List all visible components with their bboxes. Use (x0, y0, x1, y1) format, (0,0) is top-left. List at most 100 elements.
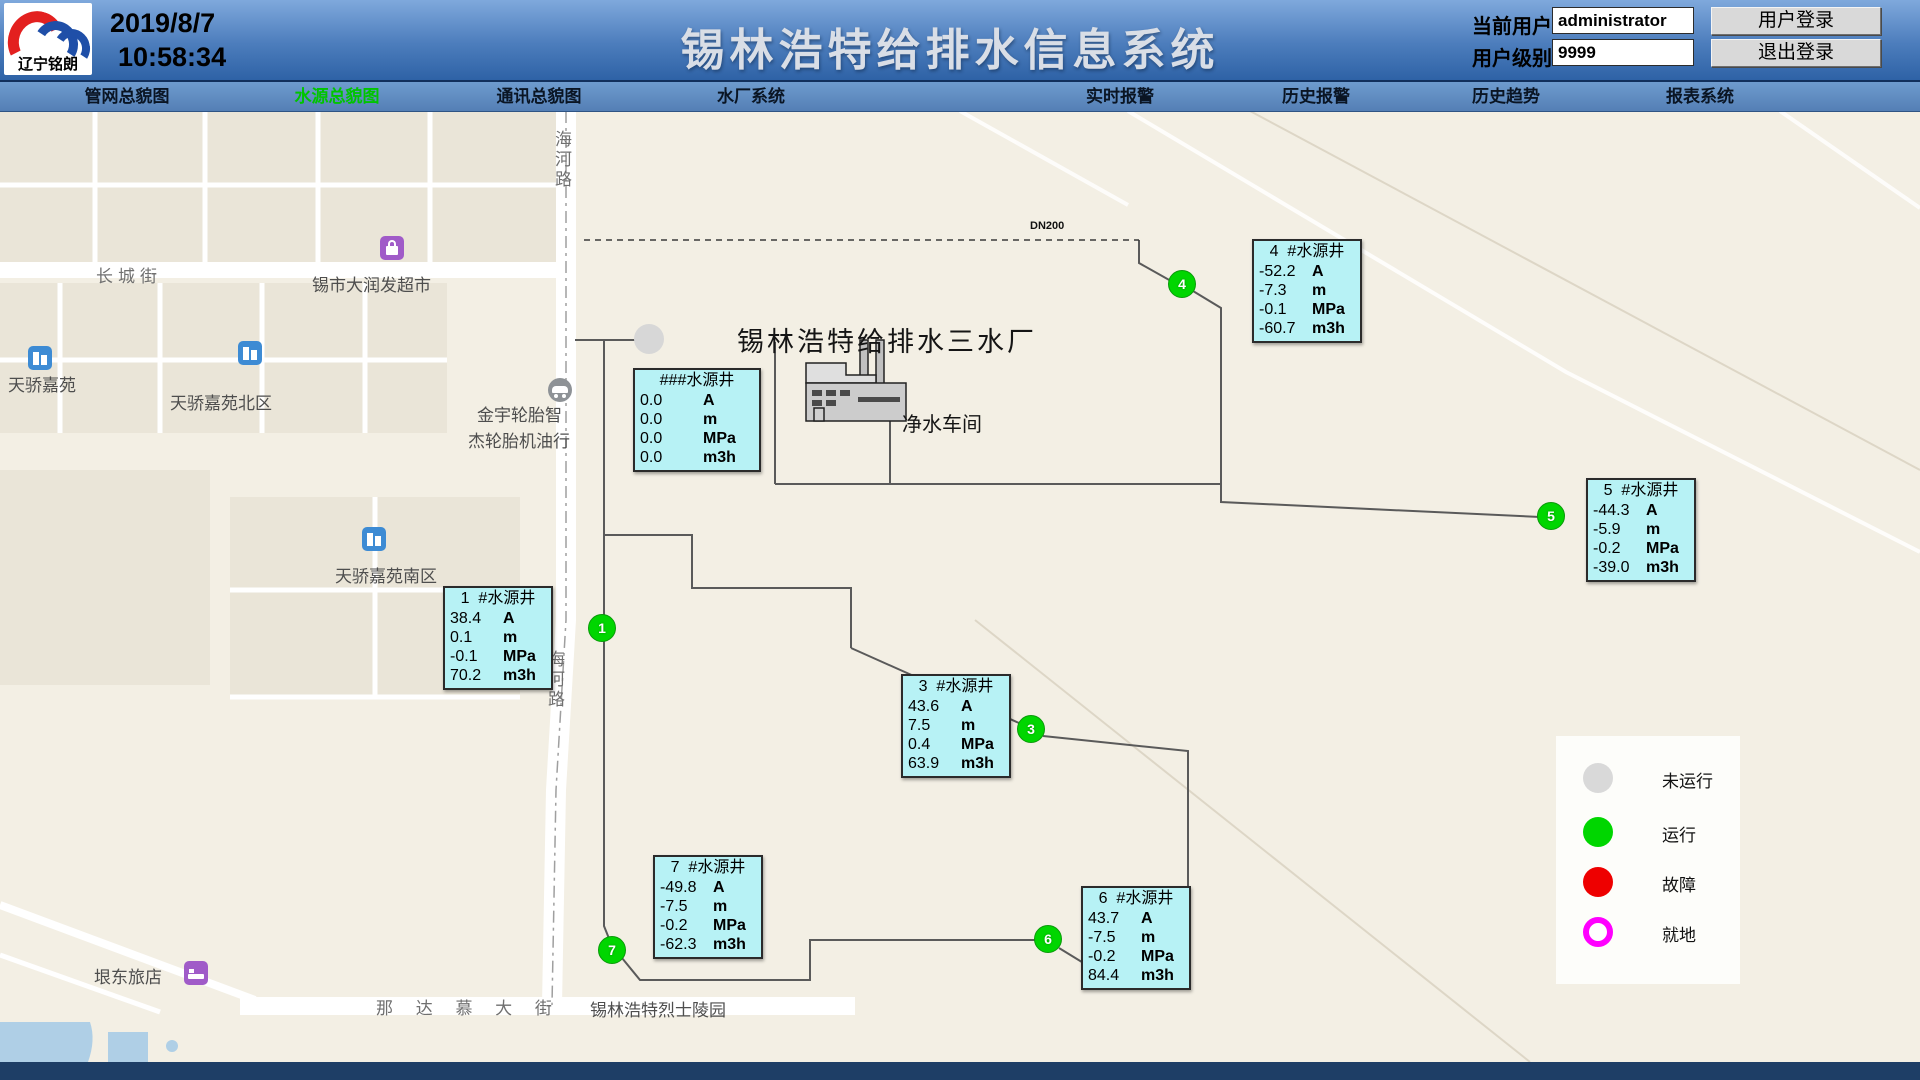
well-current: 0.0 (640, 391, 662, 410)
logo-text: 辽宁铭朗 (4, 53, 92, 74)
unit-label: A (703, 391, 715, 410)
well-data-panel-7: 7 #水源井 -49.8A -7.5m -0.2MPa -62.3m3h (653, 855, 763, 959)
legend-fault-icon (1583, 867, 1613, 897)
well-current: -49.8 (660, 878, 696, 897)
tab-report-system[interactable]: 报表系统 (1666, 82, 1734, 111)
tab-history-trend[interactable]: 历史趋势 (1472, 82, 1540, 111)
shopping-bag-icon (380, 236, 404, 260)
well-title: 1 #水源井 (445, 588, 551, 609)
legend-local-icon (1583, 917, 1613, 947)
legend-running-label: 运行 (1662, 821, 1696, 846)
well-marker-6[interactable]: 6 (1034, 925, 1062, 953)
status-legend: 未运行 运行 故障 就地 (1556, 736, 1740, 984)
unit-label: m3h (503, 666, 536, 685)
unit-label: MPa (1141, 947, 1174, 966)
current-user-input[interactable] (1552, 7, 1694, 34)
well-flow: 70.2 (450, 666, 481, 685)
user-level-input[interactable] (1552, 39, 1694, 66)
well-pressure: -0.2 (1593, 539, 1621, 558)
well-marker-stopped[interactable] (634, 324, 664, 354)
well-title: 3 #水源井 (903, 676, 1009, 697)
well-title: 7 #水源井 (655, 857, 761, 878)
poi-label-hotel: 垠东旅店 (94, 963, 162, 988)
well-marker-1[interactable]: 1 (588, 614, 616, 642)
tab-realtime-alarm[interactable]: 实时报警 (1086, 82, 1154, 111)
legend-local-label: 就地 (1662, 921, 1696, 946)
tab-pipe-network-overview[interactable]: 管网总貌图 (85, 82, 170, 111)
login-button[interactable]: 用户登录 (1711, 7, 1881, 35)
street-label-changcheng: 长城街 (96, 262, 162, 287)
well-marker-5[interactable]: 5 (1537, 502, 1565, 530)
unit-label: MPa (713, 916, 746, 935)
building-icon (238, 341, 262, 365)
well-current: 43.7 (1088, 909, 1119, 928)
unit-label: A (1646, 501, 1658, 520)
unit-label: MPa (703, 429, 736, 448)
unit-label: m3h (703, 448, 736, 467)
system-title: 锡林浩特给排水信息系统 (681, 14, 1220, 78)
well-flow: 63.9 (908, 754, 939, 773)
tab-history-alarm[interactable]: 历史报警 (1282, 82, 1350, 111)
well-flow: 0.0 (640, 448, 662, 467)
well-level: -5.9 (1593, 520, 1621, 539)
unit-label: MPa (1646, 539, 1679, 558)
plant-title: 锡林浩特给排水三水厂 (737, 320, 1037, 359)
poi-label-supermarket: 锡市大润发超市 (312, 271, 431, 296)
unit-label: MPa (503, 647, 536, 666)
well-current: 38.4 (450, 609, 481, 628)
tab-water-plant-system[interactable]: 水厂系统 (717, 82, 785, 111)
time-text: 10:58:34 (118, 42, 226, 72)
unit-label: m3h (1141, 966, 1174, 985)
well-title: 6 #水源井 (1083, 888, 1189, 909)
date-text: 2019/8/7 (110, 8, 215, 38)
tab-comm-overview[interactable]: 通讯总貌图 (497, 82, 582, 111)
workshop-label: 净水车间 (902, 408, 982, 437)
poi-label-tire-shop-2: 杰轮胎机油行 (468, 427, 570, 452)
hotel-bed-icon (184, 961, 208, 985)
well-data-panel-ref: ###水源井 0.0A 0.0m 0.0MPa 0.0m3h (633, 368, 761, 472)
well-pressure: 0.0 (640, 429, 662, 448)
unit-label: m (703, 410, 717, 429)
well-flow: -60.7 (1259, 319, 1295, 338)
well-level: -7.3 (1259, 281, 1287, 300)
unit-label: m (503, 628, 517, 647)
unit-label: m3h (1312, 319, 1345, 338)
datetime: 2019/8/7 10:58:34 (110, 6, 226, 74)
street-label-nadamu: 那 达 慕 大 街 (376, 994, 561, 1019)
well-data-panel-6: 6 #水源井 43.7A -7.5m -0.2MPa 84.4m3h (1081, 886, 1191, 990)
unit-label: m3h (713, 935, 746, 954)
company-logo: 辽宁铭朗 (4, 3, 92, 75)
unit-label: A (1312, 262, 1324, 281)
legend-running-icon (1583, 817, 1613, 847)
unit-label: m3h (961, 754, 994, 773)
well-data-panel-1: 1 #水源井 38.4A 0.1m -0.1MPa 70.2m3h (443, 586, 553, 690)
well-marker-3[interactable]: 3 (1017, 715, 1045, 743)
well-pressure: -0.2 (660, 916, 688, 935)
car-repair-icon (548, 378, 572, 402)
current-user-label: 当前用户 (1472, 10, 1552, 39)
unit-label: MPa (1312, 300, 1345, 319)
poi-label-tianjiao-north: 天骄嘉苑北区 (170, 389, 272, 414)
unit-label: A (1141, 909, 1153, 928)
unit-label: A (503, 609, 515, 628)
pipe-dn200-label: DN200 (1030, 220, 1064, 232)
poi-label-tianjiao-south: 天骄嘉苑南区 (335, 562, 437, 587)
well-marker-4[interactable]: 4 (1168, 270, 1196, 298)
logout-button[interactable]: 退出登录 (1711, 39, 1881, 67)
well-data-panel-5: 5 #水源井 -44.3A -5.9m -0.2MPa -39.0m3h (1586, 478, 1696, 582)
well-level: 0.1 (450, 628, 472, 647)
well-level: 0.0 (640, 410, 662, 429)
well-marker-7[interactable]: 7 (598, 936, 626, 964)
unit-label: MPa (961, 735, 994, 754)
legend-stopped-icon (1583, 763, 1613, 793)
well-title: 5 #水源井 (1588, 480, 1694, 501)
well-data-panel-4: 4 #水源井 -52.2A -7.3m -0.1MPa -60.7m3h (1252, 239, 1362, 343)
well-flow: -62.3 (660, 935, 696, 954)
well-current: -44.3 (1593, 501, 1629, 520)
user-level-label: 用户级别 (1472, 42, 1552, 71)
well-data-panel-3: 3 #水源井 43.6A 7.5m 0.4MPa 63.9m3h (901, 674, 1011, 778)
tab-water-source-overview[interactable]: 水源总貌图 (295, 82, 380, 111)
well-flow: 84.4 (1088, 966, 1119, 985)
header-bar: 辽宁铭朗 2019/8/7 10:58:34 锡林浩特给排水信息系统 当前用户 用… (0, 0, 1920, 82)
well-pressure: -0.1 (1259, 300, 1287, 319)
